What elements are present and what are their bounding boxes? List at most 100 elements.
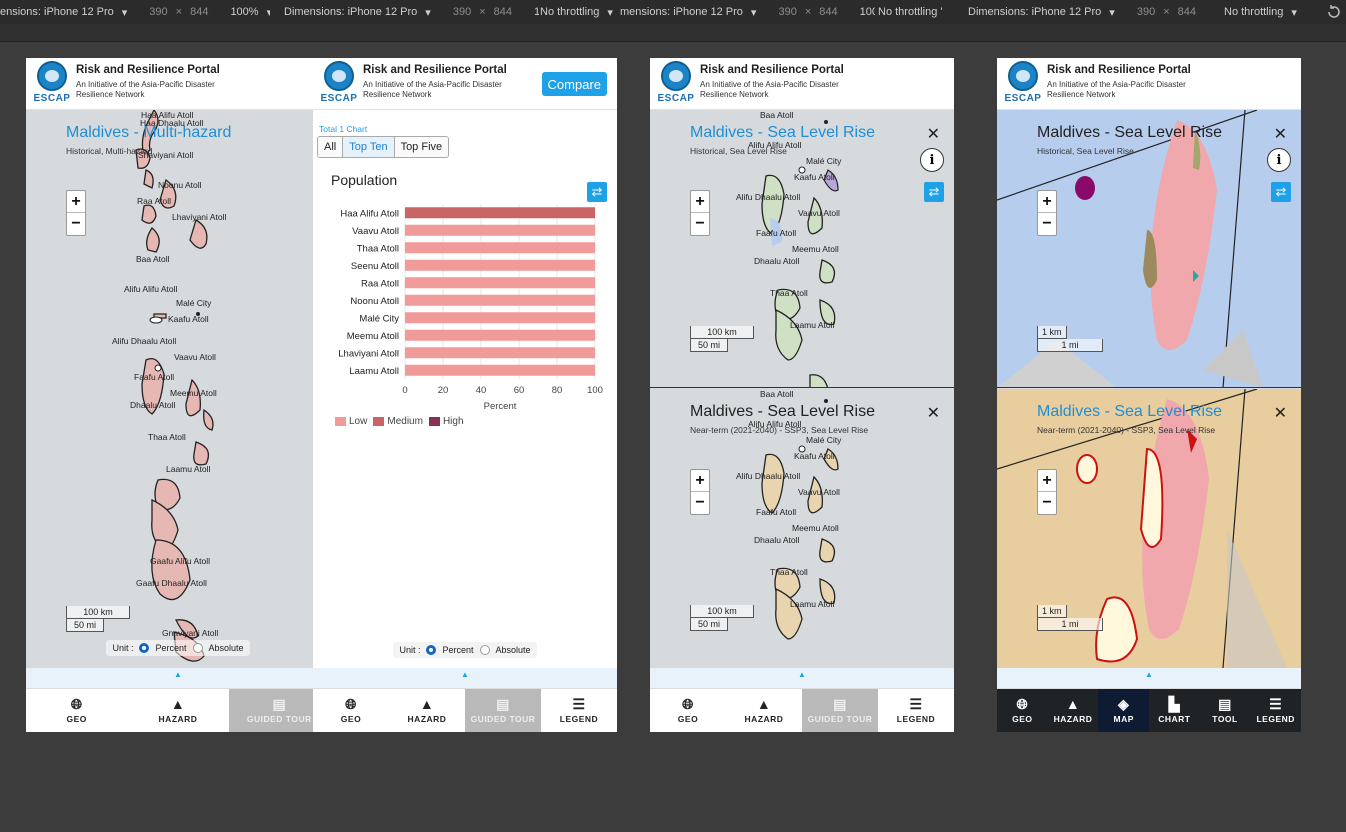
zoom-out-button[interactable]: − [1038,213,1056,235]
tab-top-five[interactable]: Top Five [394,137,449,157]
zoom-in-button[interactable]: + [1038,191,1056,213]
nav-guided-tour[interactable]: ▤ GUIDED TOUR [465,689,541,732]
zoom-in-button[interactable]: + [1038,470,1056,492]
zoom-control[interactable]: + − [690,190,710,236]
atoll-label: Noonu Atoll [158,180,202,190]
throttle-3[interactable]: No throttling ' [878,0,966,24]
tab-top-ten[interactable]: Top Ten [343,137,395,157]
unit-label: Unit : [399,645,421,655]
zoom-in-button[interactable]: + [67,191,85,213]
x-tick-label: 20 [438,385,449,396]
height-field[interactable]: 844 [819,6,837,18]
nav-legend[interactable]: ☰ LEGEND [1250,689,1301,732]
throttle-select[interactable]: No throttling [1224,6,1283,18]
drawer-handle[interactable]: ▲ [650,668,954,688]
throttle-2[interactable]: No throttling ▾ [540,0,616,24]
drawer-handle[interactable]: ▲ [313,668,617,688]
height-field[interactable]: 844 [494,6,512,18]
zoom-out-button[interactable]: − [1038,492,1056,514]
category-label: Meemu Atoll [347,331,399,342]
device-select[interactable]: Dimensions: iPhone 12 Pro [968,6,1101,18]
close-icon[interactable]: ✕ [927,403,940,423]
zoom-control[interactable]: + − [1037,469,1057,515]
zoom-out-button[interactable]: − [67,213,85,235]
bar-segment [405,259,595,271]
escap-logo[interactable]: ESCAP [317,61,361,107]
width-field[interactable]: 390 [778,6,796,18]
escap-logo[interactable]: ESCAP [1001,61,1045,107]
atoll-label: Dhaalu Atoll [754,535,800,545]
map-view-historical[interactable]: Maldives - Sea Level Rise Historical, Se… [997,110,1301,388]
map-view-historical[interactable]: Maldives - Sea Level Rise Historical, Se… [650,110,954,388]
map-view[interactable]: Maldives - Multi-hazard Historical, Mult… [26,110,330,668]
zoom-select[interactable]: 100% [534,6,539,18]
legend-high[interactable]: High [428,416,464,427]
legend-medium[interactable]: Medium [373,416,423,427]
nav-chart[interactable]: ▙ CHART [1149,689,1200,732]
info-icon[interactable]: i [920,148,944,172]
zoom-control[interactable]: + − [1037,190,1057,236]
zoom-control[interactable]: + − [66,190,86,236]
zoom-in-button[interactable]: + [691,470,709,492]
map-view-near-term[interactable]: Maldives - Sea Level Rise Near-term (202… [650,389,954,668]
map-view-near-term[interactable]: Maldives - Sea Level Rise Near-term (202… [997,389,1301,668]
nav-map[interactable]: ◈ MAP [1098,689,1150,732]
nav-hazard[interactable]: ▲ HAZARD [726,689,802,732]
width-field[interactable]: 390 [1137,6,1155,18]
height-field[interactable]: 844 [1178,6,1196,18]
nav-hazard[interactable]: ▲ HAZARD [389,689,465,732]
device-select[interactable]: Dimensions: iPhone 12 Pro [284,6,417,18]
zoom-out-button[interactable]: − [691,492,709,514]
swap-icon[interactable]: ⇄ [924,182,944,202]
swap-icon[interactable]: ⇄ [1271,182,1291,202]
legend-low[interactable]: Low [335,416,367,427]
throttle-select[interactable]: No throttling [540,6,599,18]
absolute-label[interactable]: Absolute [209,643,244,653]
close-icon[interactable]: ✕ [927,124,940,144]
database-icon: ▤ [1218,696,1232,712]
zoom-in-button[interactable]: + [691,191,709,213]
absolute-label[interactable]: Absolute [496,645,531,655]
escap-logo[interactable]: ESCAP [654,61,698,107]
compare-button[interactable]: Compare [541,72,607,96]
nav-geo[interactable]: 🌐︎ GEO [26,689,127,732]
nav-tool[interactable]: ▤ TOOL [1200,689,1251,732]
device-select[interactable]: mensions: iPhone 12 Pro [620,6,743,18]
nav-geo[interactable]: 🌐︎ GEO [650,689,726,732]
absolute-radio[interactable] [479,645,490,655]
zoom-control[interactable]: + − [690,469,710,515]
device-select[interactable]: ensions: iPhone 12 Pro [0,6,114,18]
percent-radio[interactable] [426,645,437,655]
width-field[interactable]: 390 [453,6,471,18]
nav-geo[interactable]: 🌐︎ GEO [997,689,1048,732]
percent-radio[interactable] [139,643,150,653]
percent-label[interactable]: Percent [442,645,473,655]
times-sign: × [175,6,183,18]
absolute-radio[interactable] [192,643,203,653]
escap-logo[interactable]: ESCAP [30,61,74,107]
nav-hazard[interactable]: ▲ HAZARD [127,689,228,732]
rotate-icon[interactable] [1326,4,1342,20]
close-icon[interactable]: ✕ [1274,403,1287,423]
throttle-select[interactable]: No throttling ' [878,6,942,18]
nav-legend[interactable]: ☰ LEGEND [541,689,617,732]
nav-legend[interactable]: ☰ LEGEND [878,689,954,732]
nav-hazard[interactable]: ▲ HAZARD [1048,689,1099,732]
zoom-select[interactable]: 100% [860,6,875,18]
close-icon[interactable]: ✕ [1274,124,1287,144]
zoom-select[interactable]: 100% [230,6,258,18]
height-field[interactable]: 844 [190,6,208,18]
tab-all[interactable]: All [318,137,344,157]
swap-icon[interactable]: ⇄ [587,182,607,202]
zoom-out-button[interactable]: − [691,213,709,235]
drawer-handle[interactable]: ▲ [997,668,1301,688]
nav-geo[interactable]: 🌐︎ GEO [313,689,389,732]
width-field[interactable]: 390 [149,6,167,18]
info-icon[interactable]: i [1267,148,1291,172]
drawer-handle[interactable]: ▲ [26,668,330,688]
times-sign: × [479,6,486,18]
percent-label[interactable]: Percent [155,643,186,653]
list-icon: ☰ [909,696,923,712]
throttle-4[interactable]: No throttling ▾ [1224,0,1318,24]
nav-guided-tour[interactable]: ▤ GUIDED TOUR [802,689,878,732]
